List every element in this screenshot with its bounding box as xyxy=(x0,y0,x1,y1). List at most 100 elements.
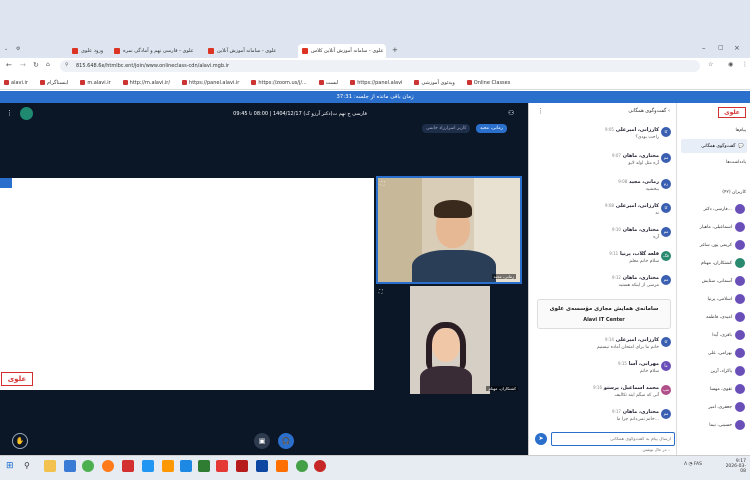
author-name: مختاری، ماهان xyxy=(622,409,659,415)
whiteboard[interactable]: علوی xyxy=(0,178,374,390)
app-icon[interactable] xyxy=(142,460,154,472)
site-info-icon[interactable]: ⚲ xyxy=(65,62,69,68)
bookmark[interactable]: اینستاگرام xyxy=(39,80,68,86)
minimize-button[interactable]: – xyxy=(702,44,706,52)
audio-button[interactable]: 🎧 xyxy=(278,433,294,449)
app-icon[interactable] xyxy=(296,460,308,472)
photoshop-icon[interactable] xyxy=(256,460,268,472)
firefox-icon[interactable] xyxy=(102,460,114,472)
nav-item-public-chat[interactable]: گفت‌وگوی همگانی 💬 xyxy=(681,139,747,153)
bookmark[interactable]: https://zoom.us/j/... xyxy=(251,80,307,86)
home-icon[interactable]: ⌂ xyxy=(46,61,50,68)
nav-label: گفت‌وگوی همگانی xyxy=(701,143,736,149)
user-row[interactable]: باقری، آیدا xyxy=(679,327,749,343)
favicon-icon xyxy=(302,48,308,54)
bookmark-label: alavi.ir xyxy=(11,79,28,86)
tab-search-icon[interactable]: ⌄ xyxy=(4,46,8,52)
bookmark-star-icon[interactable]: ☆ xyxy=(708,61,713,68)
send-icon[interactable]: ➤ xyxy=(535,433,547,445)
file-explorer-icon[interactable] xyxy=(44,460,56,472)
video-tile-teacher[interactable]: ⛶ کشتکاران، مهنام xyxy=(376,286,522,394)
message-text: آره xyxy=(653,235,659,240)
bookmark-icon xyxy=(80,80,86,85)
user-name: کریمی پور، ساغر xyxy=(699,242,732,248)
message-time: 9:07 xyxy=(611,153,621,158)
word-icon[interactable] xyxy=(180,460,192,472)
bookmark[interactable]: ویدئوی آموزشی xyxy=(414,80,455,86)
raise-hand-button[interactable]: ✋ xyxy=(12,433,28,449)
vlc-icon[interactable] xyxy=(276,460,288,472)
avatar xyxy=(735,222,745,232)
url-input[interactable]: ⚲ 815.648.6e/htmlbc.ent/join/www.onlinecl… xyxy=(60,60,700,72)
user-row[interactable]: آسمانی، ستایش xyxy=(679,273,749,289)
back-icon[interactable]: ← xyxy=(6,61,12,69)
more-menu-icon[interactable]: ⋮ xyxy=(6,109,13,117)
whiteboard-toolbar-toggle[interactable] xyxy=(0,178,12,188)
bookmark[interactable]: لیست xyxy=(318,80,338,86)
tab-4-active[interactable]: علوی - سامانه آموزش آنلاین کلاس× xyxy=(298,44,386,58)
pdf-icon[interactable] xyxy=(236,460,248,472)
profile-icon[interactable]: ◉ xyxy=(728,61,733,68)
system-tray[interactable]: ᐱ ◔ FAS xyxy=(684,462,702,467)
author-name: کارزانی، امیرعلی xyxy=(615,203,659,209)
forward-icon[interactable]: → xyxy=(20,61,26,69)
user-row[interactable]: حسینی، نیما xyxy=(679,417,749,433)
expand-icon[interactable]: ⛶ xyxy=(381,181,385,187)
tab-1[interactable]: ورود علوی xyxy=(68,44,104,58)
maximize-button[interactable]: ▢ xyxy=(718,44,724,51)
user-row[interactable]: فارسی، دکتر... xyxy=(679,201,749,217)
favicon-icon xyxy=(208,48,214,54)
app-icon[interactable] xyxy=(314,460,326,472)
user-row[interactable]: تقوی، مهسا xyxy=(679,381,749,397)
user-row[interactable]: اسلامی، پرنیا xyxy=(679,291,749,307)
user-row[interactable]: کریمی پور، ساغر xyxy=(679,237,749,253)
app-icon[interactable] xyxy=(162,460,174,472)
user-row[interactable]: پاکزاد، آرین xyxy=(679,363,749,379)
bookmark[interactable]: http://m.alavi.ir/ xyxy=(122,79,171,86)
start-icon[interactable]: ⊞ xyxy=(6,460,18,472)
share-screen-button[interactable]: ▣ xyxy=(254,433,270,449)
message-author: 9:07 مختاری، ماهان xyxy=(612,153,659,159)
chat-input[interactable] xyxy=(551,432,675,446)
chrome-icon[interactable] xyxy=(82,460,94,472)
bookmark-label: http://m.alavi.ir/ xyxy=(129,79,171,86)
clock[interactable]: 9:17 2026-03-08 xyxy=(722,459,746,474)
message-author: 9:08 کارزانی، امیرعلی xyxy=(605,203,659,209)
tab-2[interactable]: علوی - فارسی نهم و آمادگی نمره xyxy=(110,44,198,58)
bookmarks-bar: alavi.ir اینستاگرام m.alavi.ir http://m.… xyxy=(0,76,750,90)
app-icon[interactable] xyxy=(122,460,134,472)
search-icon[interactable]: ⚲ xyxy=(24,460,36,472)
task-view-icon[interactable] xyxy=(64,460,76,472)
user-row[interactable]: امیدی، فاطمه xyxy=(679,309,749,325)
chat-bubble-icon: 💬 xyxy=(738,143,744,149)
user-row[interactable]: جعفری، امیر xyxy=(679,399,749,415)
browser-settings-icon[interactable]: ⚙ xyxy=(16,46,20,52)
reload-icon[interactable]: ↻ xyxy=(33,61,39,69)
user-row[interactable]: بهرامی، علی xyxy=(679,345,749,361)
user-name: باقری، آیدا xyxy=(712,332,732,338)
more-menu-icon[interactable]: ⋮ xyxy=(742,61,748,68)
new-tab-button[interactable]: + xyxy=(392,46,398,54)
excel-icon[interactable] xyxy=(198,460,210,472)
app-icon[interactable] xyxy=(216,460,228,472)
author-name: کارزانی، امیرعلی xyxy=(615,127,659,133)
avatar: کا xyxy=(661,337,671,347)
participants-icon[interactable]: ⚇ xyxy=(508,109,514,117)
avatar: قگ xyxy=(661,251,671,261)
chat-options-icon[interactable]: ⋮ xyxy=(537,107,544,115)
chat-message: مآ 9:15 مهرانی، آسا سلام خانم xyxy=(533,361,673,385)
video-tile-student[interactable]: ⛶ رمانی، مجید xyxy=(376,176,522,284)
bookmark[interactable]: https://panel.alavi xyxy=(350,80,402,86)
user-row[interactable]: اسماعیلی، ماهیار xyxy=(679,219,749,235)
class-info: فارسی ج نهم ت(دکتر آرزو ک) 1404/12/17 | … xyxy=(233,111,367,117)
bookmark[interactable]: https://panel.alavi.ir xyxy=(182,80,239,86)
bookmark[interactable]: alavi.ir xyxy=(4,80,28,86)
tab-3[interactable]: علوی - سامانه آموزش آنلاین xyxy=(204,44,292,58)
user-row[interactable]: کشتکاران، مهنام xyxy=(679,255,749,271)
bookmark[interactable]: m.alavi.ir xyxy=(80,80,111,86)
brand-logo: علوی xyxy=(1,372,33,386)
expand-icon[interactable]: ⛶ xyxy=(379,289,383,295)
close-window-button[interactable]: × xyxy=(734,44,740,52)
bookmark[interactable]: Online Classes xyxy=(466,80,510,86)
author-name: مختاری، ماهان xyxy=(622,275,659,281)
